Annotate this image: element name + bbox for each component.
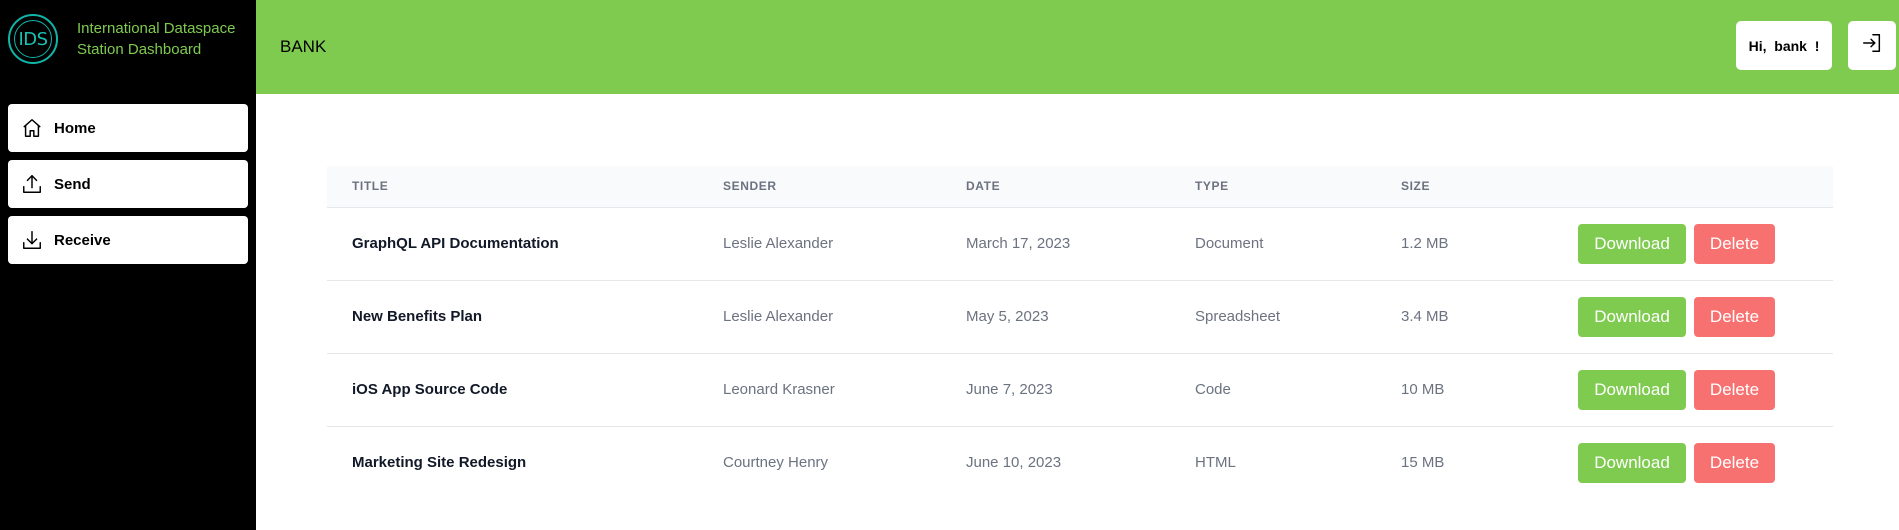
file-title: iOS App Source Code <box>352 381 508 398</box>
top-header: BANK Hi, bank ! <box>256 0 1899 94</box>
table-row: Marketing Site Redesign Courtney Henry J… <box>327 426 1833 499</box>
file-title: GraphQL API Documentation <box>352 235 559 252</box>
column-header-size: Size <box>1376 166 1553 208</box>
delete-button[interactable]: Delete <box>1694 223 1775 264</box>
download-button[interactable]: Download <box>1578 223 1686 264</box>
files-table-container: Title Sender Date Type Size GraphQL API … <box>327 166 1833 499</box>
file-type: Code <box>1195 381 1231 398</box>
ids-logo: IDS <box>8 14 58 64</box>
table-row: New Benefits Plan Leslie Alexander May 5… <box>327 280 1833 353</box>
column-header-type: Type <box>1170 166 1376 208</box>
download-icon <box>20 228 44 252</box>
file-date: May 5, 2023 <box>966 308 1049 325</box>
download-button[interactable]: Download <box>1578 442 1686 483</box>
sidebar-item-send[interactable]: Send <box>8 160 248 208</box>
file-sender: Leonard Krasner <box>723 381 835 398</box>
table-row: iOS App Source Code Leonard Krasner June… <box>327 353 1833 426</box>
delete-button[interactable]: Delete <box>1694 369 1775 410</box>
sidebar-item-home[interactable]: Home <box>8 104 248 152</box>
column-header-sender: Sender <box>698 166 941 208</box>
row-actions: Download Delete <box>1553 353 1833 426</box>
org-name: BANK <box>280 37 327 56</box>
logout-icon <box>1861 32 1883 59</box>
download-button[interactable]: Download <box>1578 369 1686 410</box>
sidebar-item-label: Receive <box>54 231 111 249</box>
row-actions: Download Delete <box>1553 280 1833 353</box>
home-icon <box>20 116 44 140</box>
table-header-row: Title Sender Date Type Size <box>327 166 1833 208</box>
sidebar-item-label: Home <box>54 119 96 137</box>
file-date: March 17, 2023 <box>966 235 1071 252</box>
sidebar-item-label: Send <box>54 175 91 193</box>
upload-icon <box>20 172 44 196</box>
logo-text: IDS <box>18 28 48 50</box>
file-date: June 7, 2023 <box>966 381 1053 398</box>
file-sender: Courtney Henry <box>723 454 829 472</box>
file-sender: Leslie Alexander <box>723 308 834 325</box>
delete-button[interactable]: Delete <box>1694 442 1775 483</box>
column-header-actions <box>1553 166 1833 208</box>
brand-name: International Dataspace Station Dashboar… <box>77 20 236 58</box>
file-size: 15 MB <box>1401 454 1445 472</box>
file-type: Spreadsheet <box>1195 308 1281 325</box>
column-header-date: Date <box>941 166 1170 208</box>
files-table: Title Sender Date Type Size GraphQL API … <box>327 166 1833 499</box>
file-title: New Benefits Plan <box>352 308 483 325</box>
table-row: GraphQL API Documentation Leslie Alexand… <box>327 207 1833 280</box>
file-type: HTML <box>1195 454 1236 472</box>
file-title: Marketing Site Redesign <box>352 454 527 472</box>
brand: IDS International Dataspace Station Dash… <box>8 14 235 64</box>
row-actions: Download Delete <box>1553 207 1833 280</box>
file-date: June 10, 2023 <box>966 454 1062 472</box>
file-size: 10 MB <box>1401 381 1445 398</box>
user-greeting: Hi, bank ! <box>1736 21 1832 70</box>
sidebar: IDS International Dataspace Station Dash… <box>0 0 256 530</box>
file-size: 3.4 MB <box>1401 308 1449 325</box>
delete-button[interactable]: Delete <box>1694 296 1775 337</box>
file-type: Document <box>1195 235 1264 252</box>
download-button[interactable]: Download <box>1578 296 1686 337</box>
column-header-title: Title <box>327 166 698 208</box>
file-sender: Leslie Alexander <box>723 235 834 252</box>
logout-button[interactable] <box>1848 21 1896 70</box>
sidebar-item-receive[interactable]: Receive <box>8 216 248 264</box>
file-size: 1.2 MB <box>1401 235 1449 252</box>
row-actions: Download Delete <box>1553 426 1833 499</box>
